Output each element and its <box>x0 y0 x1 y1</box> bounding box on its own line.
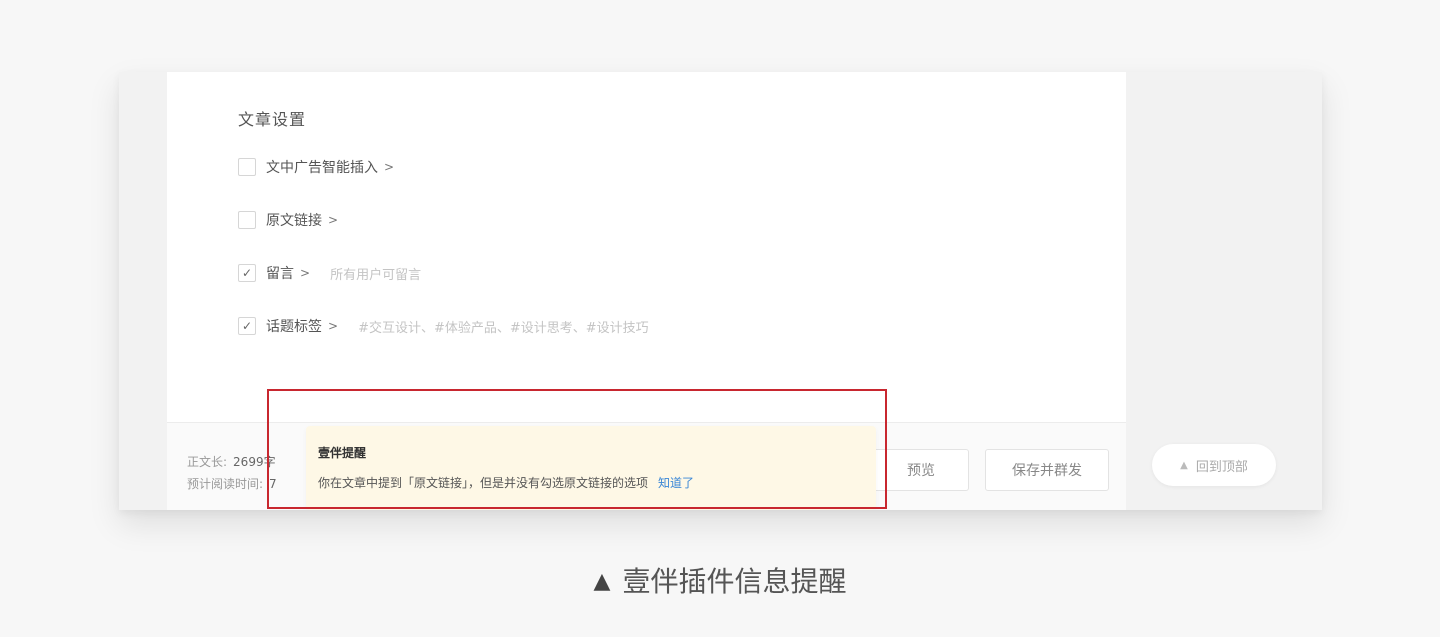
word-count-value: 2699字 <box>233 455 276 469</box>
option-label: 文中广告智能插入 <box>266 160 378 176</box>
option-ad-insert[interactable]: 文中广告智能插入 > <box>238 156 394 178</box>
checkbox-checked[interactable]: ✓ <box>238 317 256 335</box>
read-time-label: 预计阅读时间: <box>187 477 264 491</box>
tip-message: 你在文章中提到「原文链接」，但是并没有勾选原文链接的选项 <box>318 476 649 490</box>
screenshot-frame: 文章设置 文中广告智能插入 > 原文链接 > ✓ 留言 > 所有用户可留言 ✓ … <box>119 72 1322 510</box>
figure-caption: ▲ 壹伴插件信息提醒 <box>0 560 1440 600</box>
triangle-up-icon: ▲ <box>593 569 611 594</box>
option-label: 原文链接 <box>266 213 322 229</box>
checkmark-icon: ✓ <box>241 319 253 333</box>
chevron-right-icon[interactable]: > <box>384 160 394 174</box>
word-count: 正文长: 2699字 <box>187 453 276 470</box>
checkbox[interactable] <box>238 158 256 176</box>
tip-dismiss-link[interactable]: 知道了 <box>658 476 694 490</box>
read-time: 预计阅读时间: 7 <box>187 475 277 492</box>
checkbox-checked[interactable]: ✓ <box>238 264 256 282</box>
option-hint: 所有用户可留言 <box>330 267 422 283</box>
up-arrow-icon: ▲ <box>1180 459 1188 471</box>
tip-title: 壹伴提醒 <box>318 446 367 460</box>
section-title: 文章设置 <box>238 110 307 129</box>
checkbox[interactable] <box>238 211 256 229</box>
option-topic-tags[interactable]: ✓ 话题标签 > #交互设计、#体验产品、#设计思考、#设计技巧 <box>238 315 649 337</box>
option-hint: #交互设计、#体验产品、#设计思考、#设计技巧 <box>358 320 649 336</box>
option-label: 话题标签 <box>266 319 322 335</box>
chevron-right-icon[interactable]: > <box>328 319 338 333</box>
option-comments[interactable]: ✓ 留言 > 所有用户可留言 <box>238 262 421 284</box>
read-time-value: 7 <box>269 477 277 491</box>
tip-body: 你在文章中提到「原文链接」，但是并没有勾选原文链接的选项 知道了 <box>318 474 694 491</box>
back-to-top-label: 回到顶部 <box>1195 459 1248 475</box>
option-original-link[interactable]: 原文链接 > <box>238 209 338 231</box>
option-label: 留言 <box>266 266 294 282</box>
caption-text: 壹伴插件信息提醒 <box>622 565 847 598</box>
plugin-reminder-tooltip: 壹伴提醒 你在文章中提到「原文链接」，但是并没有勾选原文链接的选项 知道了 <box>306 426 876 510</box>
chevron-right-icon[interactable]: > <box>328 213 338 227</box>
preview-button[interactable]: 预览 <box>873 449 969 491</box>
checkmark-icon: ✓ <box>241 266 253 280</box>
save-and-publish-button[interactable]: 保存并群发 <box>985 449 1109 491</box>
word-count-label: 正文长: <box>187 455 228 469</box>
chevron-right-icon[interactable]: > <box>300 266 310 280</box>
back-to-top-button[interactable]: ▲ 回到顶部 <box>1152 444 1276 486</box>
